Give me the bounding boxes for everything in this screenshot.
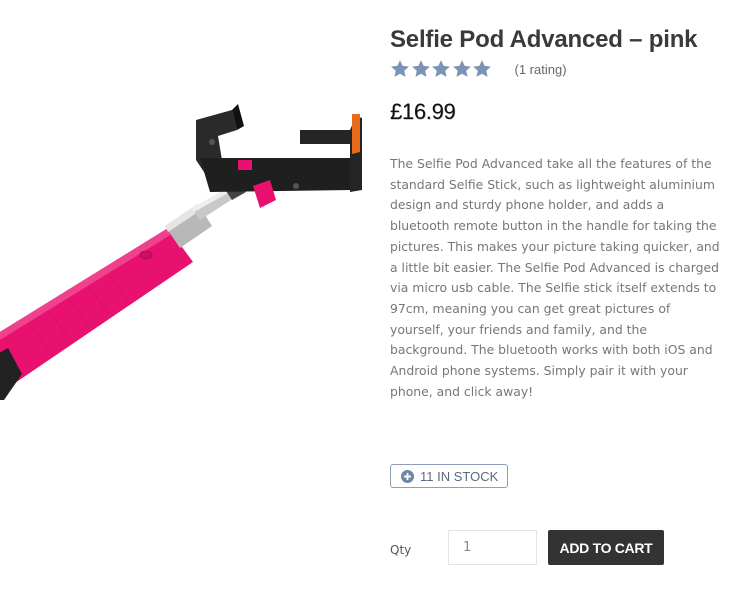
star-icon: [472, 59, 492, 79]
quantity-input[interactable]: [448, 530, 537, 565]
plus-circle-icon: [401, 469, 414, 483]
product-price: £16.99: [390, 99, 456, 124]
star-icon: [452, 59, 472, 79]
star-rating: [390, 59, 493, 79]
product-image: [0, 104, 362, 400]
stock-badge: 11 IN STOCK: [390, 464, 509, 488]
rating-count-link[interactable]: (1 rating): [515, 62, 567, 77]
product-summary: Selfie Pod Advanced – pink (1 rating) £1…: [390, 24, 725, 402]
star-icon: [431, 59, 451, 79]
qty-label: Qty: [390, 543, 412, 557]
star-icon: [390, 59, 410, 79]
selfie-stick-illustration: [0, 104, 362, 400]
product-title: Selfie Pod Advanced – pink: [390, 26, 698, 53]
stock-status: 11 IN STOCK: [420, 468, 499, 484]
product-description: The Selfie Pod Advanced take all the fea…: [390, 156, 720, 399]
star-icon: [411, 59, 431, 79]
add-to-cart-button[interactable]: ADD TO CART: [548, 530, 664, 565]
product-rating: (1 rating): [390, 57, 725, 81]
